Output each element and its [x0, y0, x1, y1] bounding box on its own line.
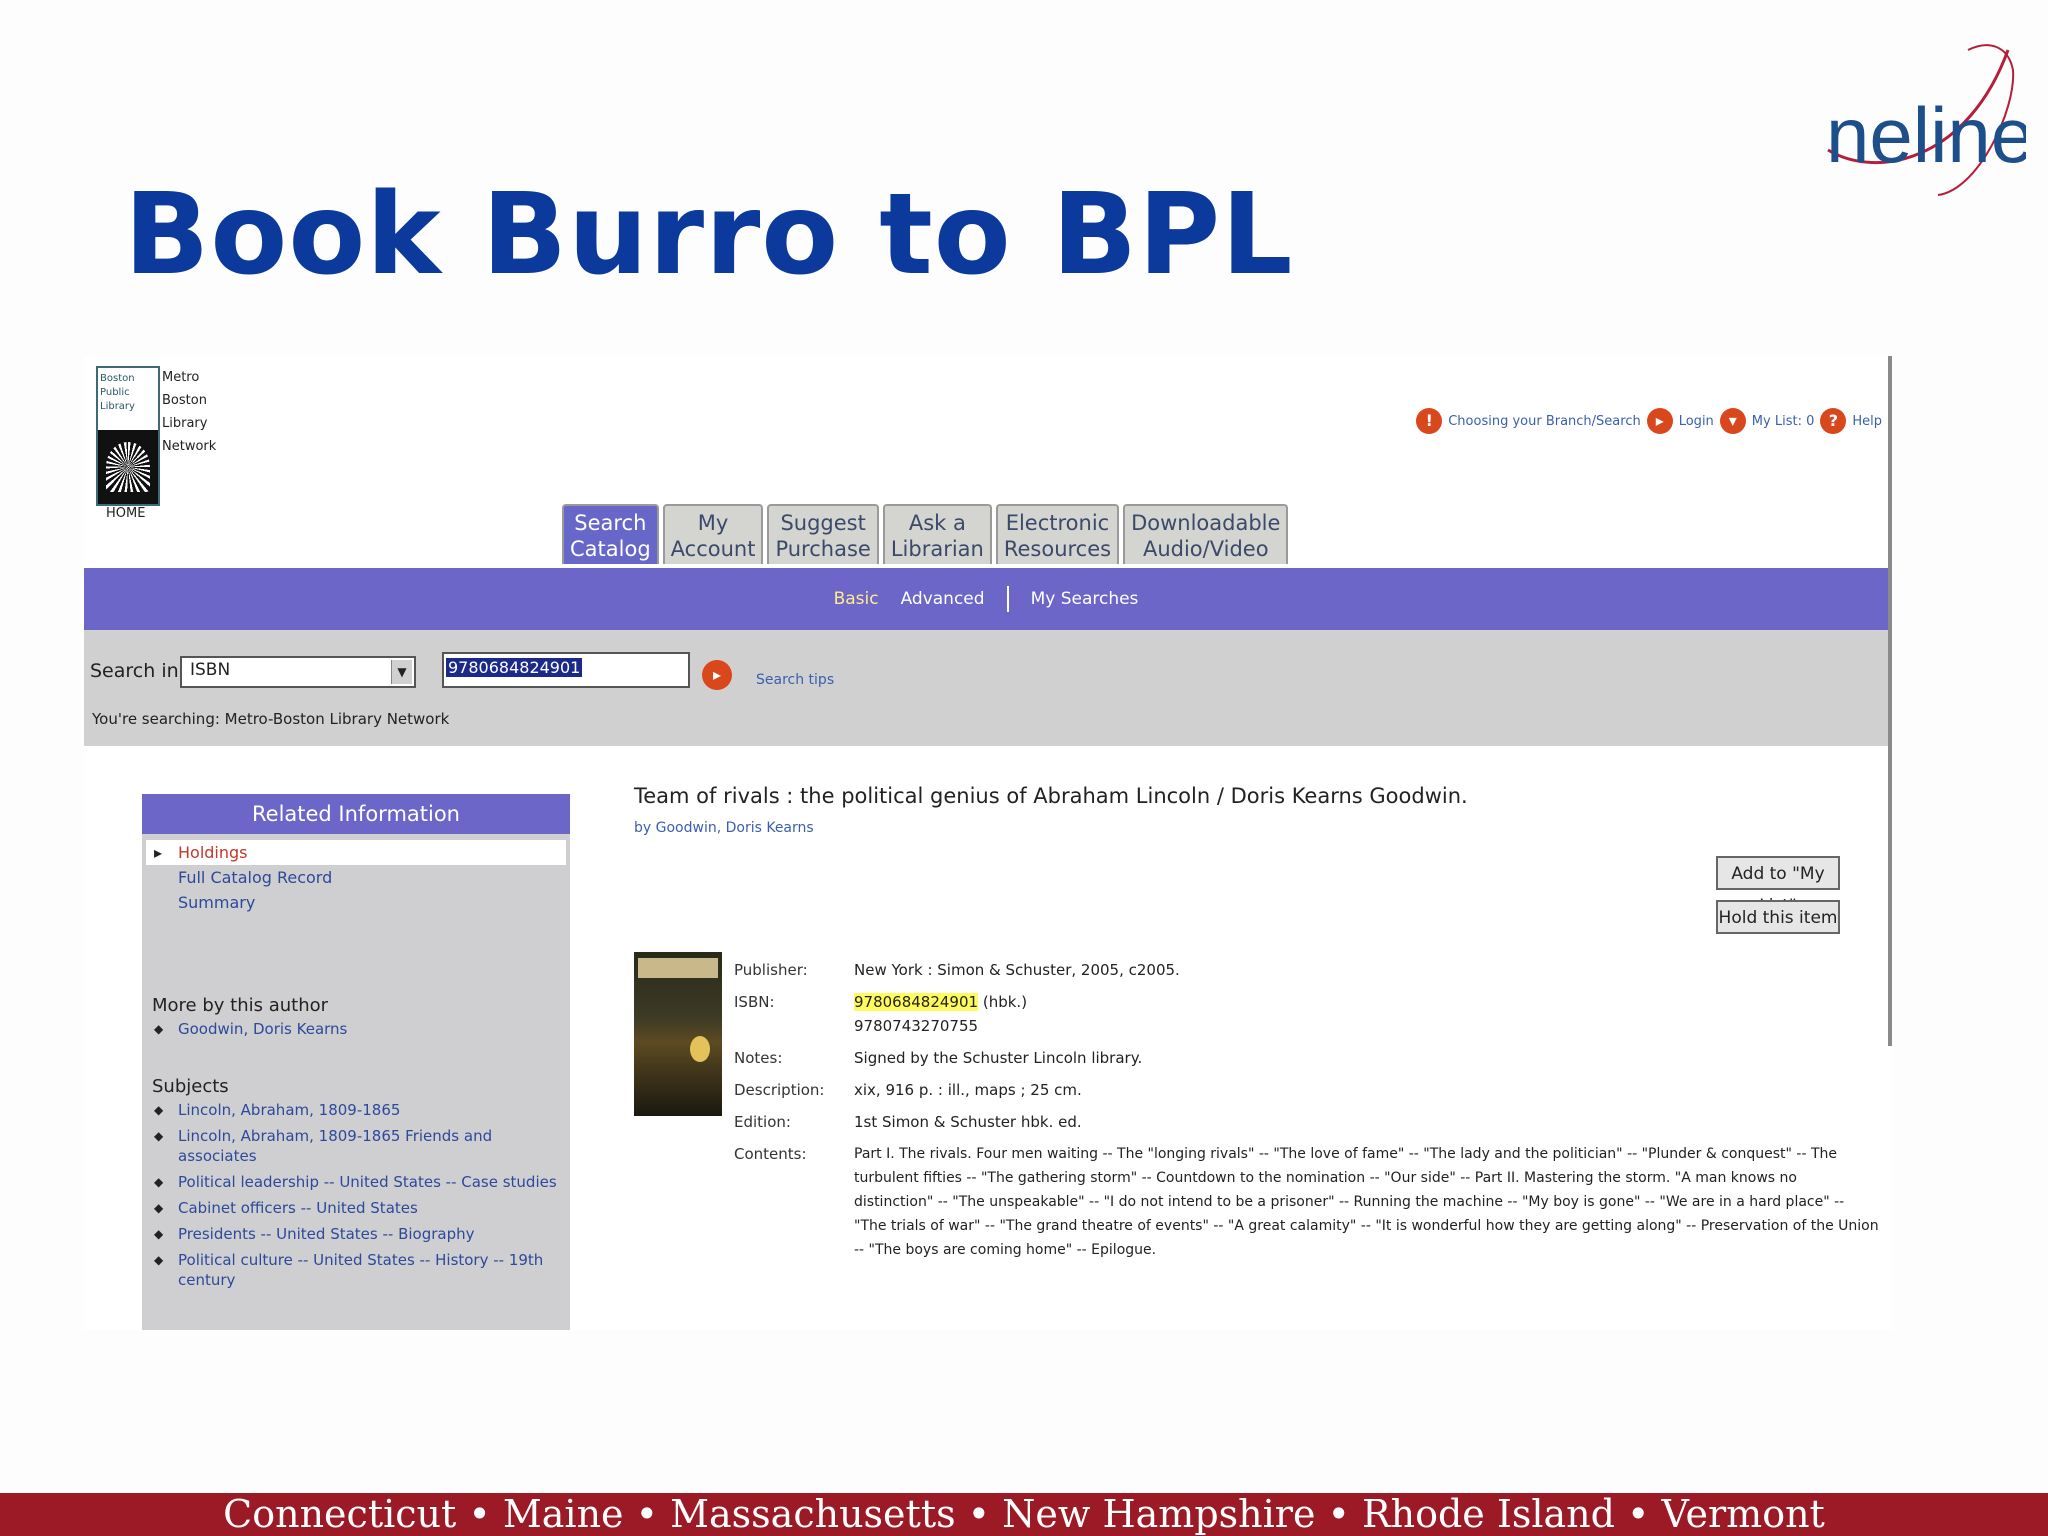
svg-text:nelinet: nelinet: [1826, 91, 2026, 179]
record-fields: Publisher: New York : Simon & Schuster, …: [734, 958, 1880, 1270]
more-by-author-heading: More by this author: [152, 995, 329, 1016]
hold-item-button[interactable]: Hold this item: [1716, 900, 1840, 934]
isbn-highlight: 9780684824901: [854, 993, 979, 1011]
field-edition: Edition: 1st Simon & Schuster hbk. ed.: [734, 1113, 1082, 1131]
window-border: [1888, 356, 1892, 1046]
search-tips-link[interactable]: Search tips: [756, 672, 834, 688]
search-input[interactable]: 9780684824901: [442, 652, 690, 688]
search-subnav: Basic Advanced My Searches: [84, 568, 1888, 630]
subnav-divider: [1006, 586, 1009, 612]
nelinet-logo: nelinet: [1826, 44, 2026, 196]
tab-ask-librarian[interactable]: Ask a Librarian: [882, 504, 992, 564]
bpl-logo-text: Boston Public Library: [100, 373, 135, 412]
add-to-my-list-button[interactable]: Add to "My List": [1716, 856, 1840, 916]
subject-link[interactable]: Political leadership -- United States --…: [142, 1169, 570, 1195]
sidebar-item-holdings[interactable]: Holdings: [146, 840, 566, 865]
field-contents: Contents: Part I. The rivals. Four men w…: [734, 1145, 1879, 1258]
field-isbn: ISBN: 9780684824901 (hbk.) 9780743270755: [734, 993, 1028, 1035]
search-in-label: Search in: [90, 660, 179, 682]
sidebar-item-summary[interactable]: Summary: [142, 890, 570, 915]
author-link[interactable]: Goodwin, Doris Kearns: [142, 1016, 570, 1042]
choose-branch-link[interactable]: Choosing your Branch/Search: [1448, 414, 1641, 429]
search-scope: You're searching: Metro-Boston Library N…: [92, 710, 450, 728]
record-title: Team of rivals : the political genius of…: [634, 784, 1468, 808]
states-footer: Connecticut • Maine • Massachusetts • Ne…: [0, 1493, 2048, 1536]
network-name: Metro Boston Library Network: [162, 370, 217, 454]
tab-suggest-purchase[interactable]: Suggest Purchase: [767, 504, 879, 564]
library-catalog-screenshot: Boston Public Library Metro Boston Libra…: [84, 356, 1892, 1330]
slide-title: Book Burro to BPL: [124, 170, 1294, 300]
subnav-advanced[interactable]: Advanced: [901, 589, 985, 609]
subjects-heading: Subjects: [152, 1076, 229, 1097]
field-description: Description: xix, 916 p. : ill., maps ; …: [734, 1081, 1082, 1099]
subject-link[interactable]: Lincoln, Abraham, 1809-1865 Friends and …: [142, 1123, 570, 1169]
bpl-logo[interactable]: Boston Public Library: [96, 366, 160, 506]
bpl-logo-emblem: [98, 430, 158, 504]
subnav-basic[interactable]: Basic: [834, 589, 879, 609]
help-link[interactable]: Help: [1852, 414, 1882, 429]
subject-link[interactable]: Lincoln, Abraham, 1809-1865: [142, 1097, 570, 1123]
subject-link[interactable]: Cabinet officers -- United States: [142, 1195, 570, 1221]
sidebar-item-full-record[interactable]: Full Catalog Record: [142, 865, 570, 890]
my-list-link[interactable]: My List: 0: [1752, 414, 1815, 429]
subject-link[interactable]: Presidents -- United States -- Biography: [142, 1221, 570, 1247]
tab-my-account[interactable]: My Account: [662, 504, 764, 564]
top-links: ! Choosing your Branch/Search ▸ Login ▾ …: [1416, 408, 1882, 434]
info-icon[interactable]: !: [1416, 408, 1443, 434]
sidebar-header: Related Information: [142, 794, 570, 834]
home-link[interactable]: HOME: [106, 506, 145, 521]
chevron-down-icon[interactable]: ▼: [391, 660, 412, 684]
field-notes: Notes: Signed by the Schuster Lincoln li…: [734, 1049, 1143, 1067]
book-cover-image[interactable]: [634, 952, 722, 1116]
subject-link[interactable]: Political culture -- United States -- Hi…: [142, 1247, 570, 1293]
list-icon[interactable]: ▾: [1719, 408, 1746, 434]
record-author-link[interactable]: by Goodwin, Doris Kearns: [634, 820, 814, 836]
search-go-icon[interactable]: ▸: [702, 660, 732, 690]
login-link[interactable]: Login: [1679, 414, 1714, 429]
tab-electronic-resources[interactable]: Electronic Resources: [995, 504, 1120, 564]
subnav-my-searches[interactable]: My Searches: [1031, 589, 1139, 609]
search-bar: Search in ISBN ▼ 9780684824901 ▸ Search …: [84, 630, 1888, 746]
field-publisher: Publisher: New York : Simon & Schuster, …: [734, 961, 1180, 979]
help-icon[interactable]: ?: [1820, 408, 1847, 434]
tab-search-catalog[interactable]: Search Catalog: [562, 504, 659, 564]
login-icon[interactable]: ▸: [1646, 408, 1673, 434]
tab-downloadable-audio-video[interactable]: Downloadable Audio/Video: [1123, 504, 1289, 564]
main-tabs: Search Catalog My Account Suggest Purchase …: [562, 504, 1289, 564]
related-info-sidebar: Related Information Holdings Full Catalo…: [142, 794, 570, 1330]
search-type-select[interactable]: ISBN ▼: [180, 656, 416, 688]
